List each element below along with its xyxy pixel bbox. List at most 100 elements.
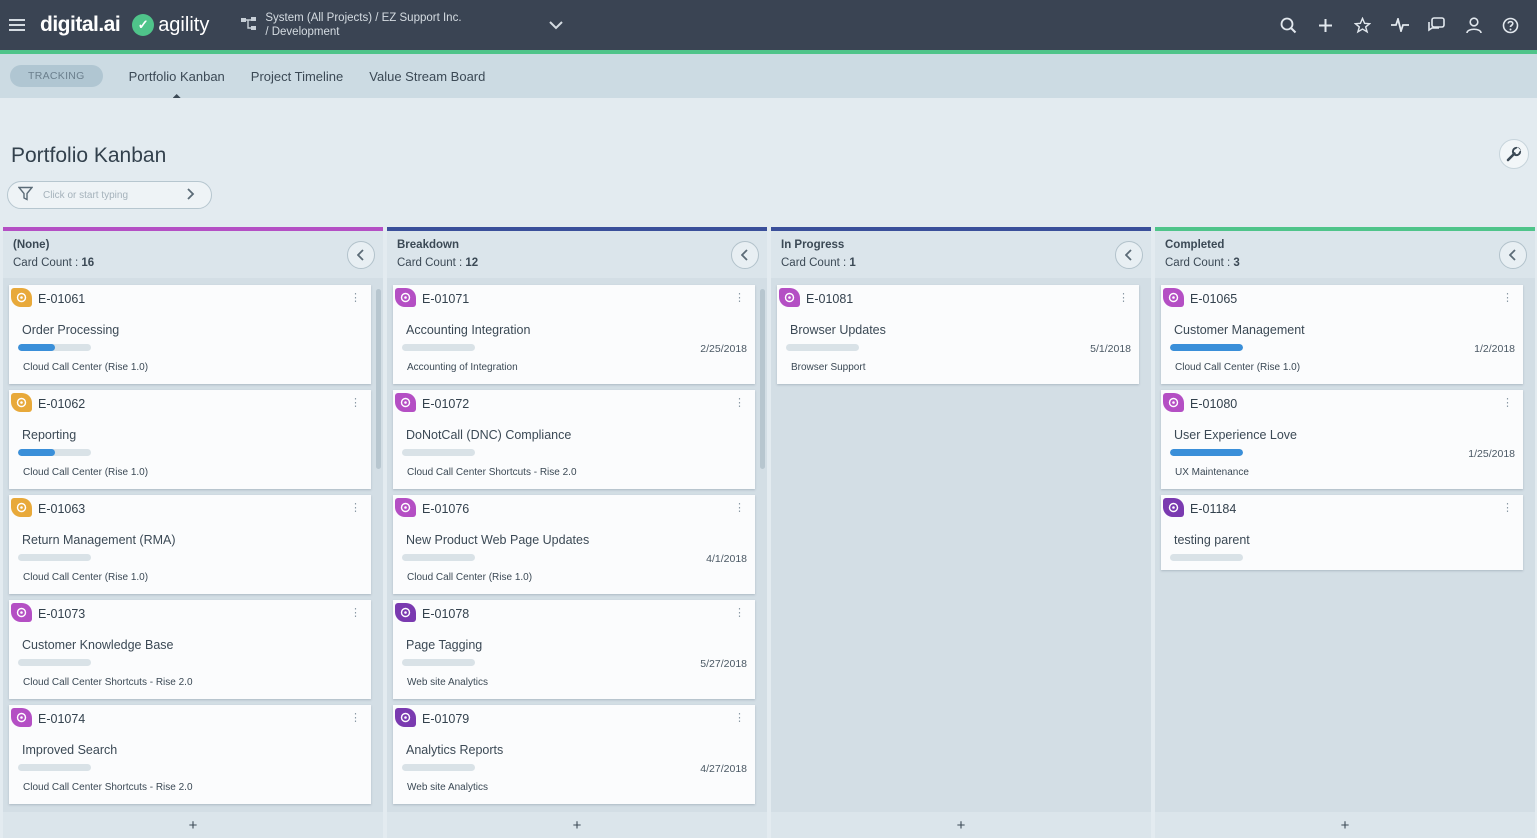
card-title: Accounting Integration [406, 323, 531, 337]
more-vertical-icon[interactable]: ⋮ [734, 396, 745, 409]
card-title: Order Processing [22, 323, 120, 337]
card-id[interactable]: E-01074 [38, 712, 85, 726]
column-cards: E-01071 ⋮ Accounting Integration 2/25/2018 A… [387, 278, 767, 808]
card-title: New Product Web Page Updates [406, 533, 590, 547]
more-vertical-icon[interactable]: ⋮ [734, 291, 745, 304]
card-title: Return Management (RMA) [22, 533, 176, 547]
column-card-count: Card Count : 1 [781, 257, 1141, 269]
card-id[interactable]: E-01063 [38, 502, 85, 516]
collapse-column-button[interactable] [731, 241, 759, 269]
tab-bar: TRACKING Portfolio Kanban Project Timeli… [0, 54, 1537, 98]
collapse-column-button[interactable] [1499, 241, 1527, 269]
kanban-card[interactable]: E-01062 ⋮ Reporting Cloud Call Center (Rise… [9, 390, 371, 489]
kanban-card[interactable]: E-01078 ⋮ Page Tagging 5/27/2018 Web site An… [393, 600, 755, 699]
collapse-column-button[interactable] [1115, 241, 1143, 269]
more-vertical-icon[interactable]: ⋮ [350, 606, 361, 619]
card-title: testing parent [1174, 533, 1250, 547]
kanban-card[interactable]: E-01079 ⋮ Analytics Reports 4/27/2018 Web si… [393, 705, 755, 804]
project-picker[interactable]: System (All Projects) / EZ Support Inc. … [241, 11, 564, 39]
card-id[interactable]: E-01081 [806, 292, 853, 306]
card-progress [18, 344, 91, 351]
kanban-card[interactable]: E-01074 ⋮ Improved Search Cloud Call Center… [9, 705, 371, 804]
top-icons [1270, 0, 1529, 50]
chevron-right-icon[interactable] [187, 187, 195, 203]
kanban-card[interactable]: E-01076 ⋮ New Product Web Page Updates 4/1/… [393, 495, 755, 594]
kanban-card[interactable]: E-01080 ⋮ User Experience Love 1/25/2018 UX … [1161, 390, 1523, 489]
epic-icon [1163, 393, 1184, 412]
card-project: Cloud Call Center (Rise 1.0) [1175, 362, 1301, 373]
pulse-icon[interactable] [1381, 0, 1418, 50]
card-id[interactable]: E-01072 [422, 397, 469, 411]
more-vertical-icon[interactable]: ⋮ [1118, 291, 1129, 304]
chevron-left-icon [1125, 249, 1132, 261]
card-progress-fill [1170, 344, 1243, 351]
section-pill[interactable]: TRACKING [10, 65, 103, 87]
more-vertical-icon[interactable]: ⋮ [734, 711, 745, 724]
more-vertical-icon[interactable]: ⋮ [350, 501, 361, 514]
card-date: 4/27/2018 [700, 763, 747, 775]
agility-logo[interactable]: ✓ agility [132, 14, 209, 37]
filter-input[interactable] [43, 189, 183, 201]
kanban-card[interactable]: E-01061 ⋮ Order Processing Cloud Call Cente… [9, 285, 371, 384]
more-vertical-icon[interactable]: ⋮ [350, 396, 361, 409]
kanban-card[interactable]: E-01072 ⋮ DoNotCall (DNC) Compliance Cloud … [393, 390, 755, 489]
card-id[interactable]: E-01078 [422, 607, 469, 621]
kanban-card[interactable]: E-01081 ⋮ Browser Updates 5/1/2018 Browser S… [777, 285, 1139, 384]
star-icon[interactable] [1344, 0, 1381, 50]
epic-icon [11, 393, 32, 412]
plus-icon[interactable] [1307, 0, 1344, 50]
more-vertical-icon[interactable]: ⋮ [1502, 396, 1513, 409]
add-card-button[interactable]: + [3, 812, 383, 838]
kanban-card[interactable]: E-01073 ⋮ Customer Knowledge Base Cloud Cal… [9, 600, 371, 699]
add-card-button[interactable]: + [771, 812, 1151, 838]
column-cards: E-01061 ⋮ Order Processing Cloud Call Cente… [3, 278, 383, 808]
user-icon[interactable] [1455, 0, 1492, 50]
tab-portfolio-kanban[interactable]: Portfolio Kanban [129, 54, 225, 98]
card-id[interactable]: E-01062 [38, 397, 85, 411]
tab-value-stream-board[interactable]: Value Stream Board [369, 54, 485, 98]
kanban-card[interactable]: E-01063 ⋮ Return Management (RMA) Cloud Cal… [9, 495, 371, 594]
card-title: Analytics Reports [406, 743, 504, 757]
card-id[interactable]: E-01065 [1190, 292, 1237, 306]
more-vertical-icon[interactable]: ⋮ [1502, 291, 1513, 304]
more-vertical-icon[interactable]: ⋮ [734, 606, 745, 619]
filter-box[interactable] [7, 181, 212, 209]
card-project: Cloud Call Center (Rise 1.0) [23, 572, 149, 583]
kanban-card[interactable]: E-01065 ⋮ Customer Management 1/2/2018 Cloud… [1161, 285, 1523, 384]
column-cards: E-01081 ⋮ Browser Updates 5/1/2018 Browser S… [771, 278, 1151, 808]
kanban-card[interactable]: E-01071 ⋮ Accounting Integration 2/25/2018 A… [393, 285, 755, 384]
add-card-button[interactable]: + [387, 812, 767, 838]
collapse-column-button[interactable] [347, 241, 375, 269]
card-id[interactable]: E-01079 [422, 712, 469, 726]
card-id[interactable]: E-01073 [38, 607, 85, 621]
column-cards: E-01065 ⋮ Customer Management 1/2/2018 Cloud… [1155, 278, 1535, 808]
search-icon[interactable] [1270, 0, 1307, 50]
card-id[interactable]: E-01071 [422, 292, 469, 306]
kanban-card[interactable]: E-01184 ⋮ testing parent [1161, 495, 1523, 570]
menu-icon[interactable] [0, 0, 34, 50]
card-id[interactable]: E-01061 [38, 292, 85, 306]
card-id[interactable]: E-01184 [1190, 502, 1236, 516]
more-vertical-icon[interactable]: ⋮ [1502, 501, 1513, 514]
card-id[interactable]: E-01076 [422, 502, 469, 516]
chat-icon[interactable] [1418, 0, 1455, 50]
tab-project-timeline[interactable]: Project Timeline [251, 54, 343, 98]
card-id[interactable]: E-01080 [1190, 397, 1237, 411]
wrench-icon[interactable] [1499, 139, 1529, 169]
more-vertical-icon[interactable]: ⋮ [350, 291, 361, 304]
card-progress [18, 554, 91, 561]
card-date: 5/1/2018 [1090, 343, 1131, 355]
more-vertical-icon[interactable]: ⋮ [350, 711, 361, 724]
digitalai-logo[interactable]: digital.ai [40, 13, 121, 37]
card-title: Improved Search [22, 743, 118, 757]
epic-icon [11, 603, 32, 622]
add-card-button[interactable]: + [1155, 812, 1535, 838]
page-title: Portfolio Kanban [11, 144, 167, 167]
chevron-down-icon[interactable] [549, 17, 564, 33]
column-header: In Progress Card Count : 1 [771, 231, 1151, 278]
help-icon[interactable] [1492, 0, 1529, 50]
column-scrollbar[interactable] [376, 289, 381, 469]
column-scrollbar[interactable] [760, 289, 765, 469]
card-progress [18, 449, 91, 456]
more-vertical-icon[interactable]: ⋮ [734, 501, 745, 514]
